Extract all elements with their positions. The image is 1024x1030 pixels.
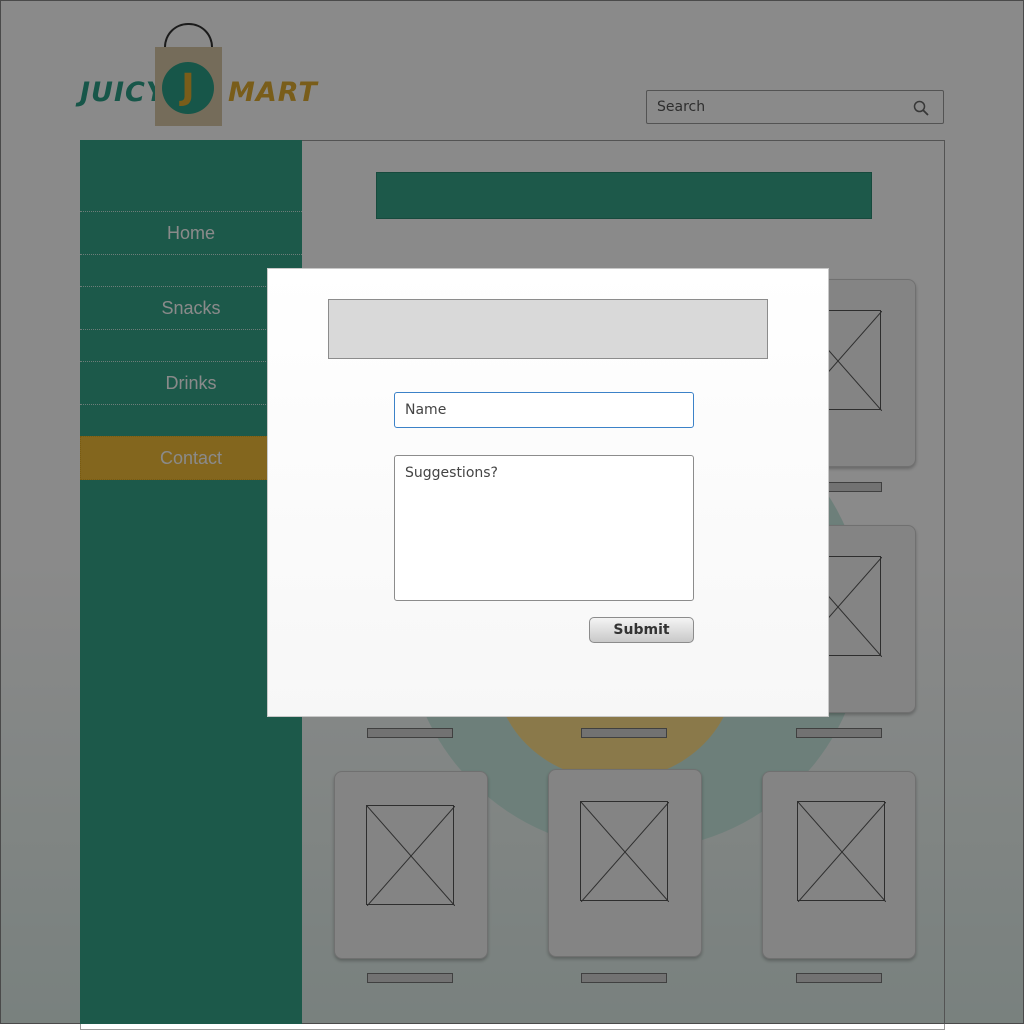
suggestions-field[interactable]: Suggestions? (394, 455, 694, 601)
name-placeholder: Name (405, 402, 447, 418)
submit-label: Submit (613, 622, 670, 638)
contact-modal: Name Suggestions? Submit (267, 268, 829, 717)
modal-banner-placeholder (328, 299, 768, 359)
suggestions-placeholder: Suggestions? (405, 465, 498, 481)
submit-button[interactable]: Submit (589, 617, 694, 643)
name-field[interactable]: Name (394, 392, 694, 428)
